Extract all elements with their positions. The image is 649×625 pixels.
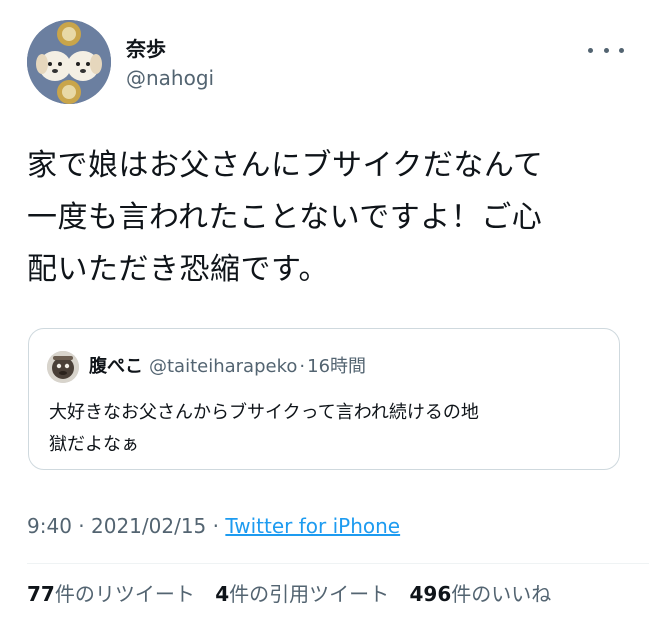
quote-tweets-label: 件の引用ツイート xyxy=(229,582,390,606)
retweets-label: 件のリツイート xyxy=(54,582,195,606)
likes-label: 件のいいね xyxy=(451,582,552,606)
meta-separator: · xyxy=(206,514,226,538)
more-horizontal-icon[interactable] xyxy=(588,40,624,60)
author-avatar[interactable] xyxy=(27,20,111,104)
tweet-detail: 奈歩 @nahogi 家で娘はお父さんにブサイクだなんて 一度も言われたことない… xyxy=(0,0,649,625)
quote-tweets-count: 4 xyxy=(215,582,230,606)
quoted-author-handle: @taiteiharapeko xyxy=(149,356,298,377)
more-dot xyxy=(603,47,609,53)
quoted-timestamp: 16時間 xyxy=(307,356,367,377)
quoted-header: 腹ぺこ @taiteiharapeko · 16時間 xyxy=(89,353,366,381)
likes-count: 496 xyxy=(409,582,452,606)
quoted-author-avatar xyxy=(47,351,79,383)
quoted-text-line: 大好きなお父さんからブサイクって言われ続けるの地 xyxy=(49,402,479,423)
author-handle[interactable]: @nahogi xyxy=(126,66,214,90)
tweet-stats: 77件のリツイート 4件の引用ツイート 496件のいいね xyxy=(27,579,565,609)
quoted-text: 大好きなお父さんからブサイクって言われ続けるの地 獄だよなぁ xyxy=(49,397,609,461)
retweets-count: 77 xyxy=(27,582,55,606)
tweet-text-line: 家で娘はお父さんにブサイクだなんて xyxy=(27,148,544,183)
quoted-author-name: 腹ぺこ xyxy=(89,356,143,377)
tweet-text-line: 配いただき恐縮です。 xyxy=(27,252,329,287)
author-name[interactable]: 奈歩 xyxy=(126,37,166,61)
more-dot xyxy=(588,47,593,53)
tweet-date[interactable]: 2021/02/15 xyxy=(91,514,206,538)
meta-separator: · xyxy=(71,514,91,538)
quoted-text-line: 獄だよなぁ xyxy=(49,434,139,455)
quoted-separator: · xyxy=(299,356,306,377)
tweet-source-link[interactable]: Twitter for iPhone xyxy=(225,514,400,538)
retweets-stat[interactable]: 77件のリツイート xyxy=(27,582,195,606)
likes-stat[interactable]: 496件のいいね xyxy=(409,582,551,606)
quote-tweets-stat[interactable]: 4件の引用ツイート xyxy=(215,582,389,606)
tweet-time[interactable]: 9:40 xyxy=(27,514,72,538)
more-dot xyxy=(619,47,624,53)
tweet-text: 家で娘はお父さんにブサイクだなんて 一度も言われたことないですよ！ご心 配いただ… xyxy=(27,140,627,296)
quoted-tweet[interactable]: 腹ぺこ @taiteiharapeko · 16時間 大好きなお父さんからブサイクって… xyxy=(28,328,620,470)
divider xyxy=(27,563,649,564)
tweet-text-line: 一度も言われたことないですよ！ご心 xyxy=(27,200,543,235)
tweet-meta: 9:40 · 2021/02/15 · Twitter for iPhone xyxy=(27,511,400,541)
